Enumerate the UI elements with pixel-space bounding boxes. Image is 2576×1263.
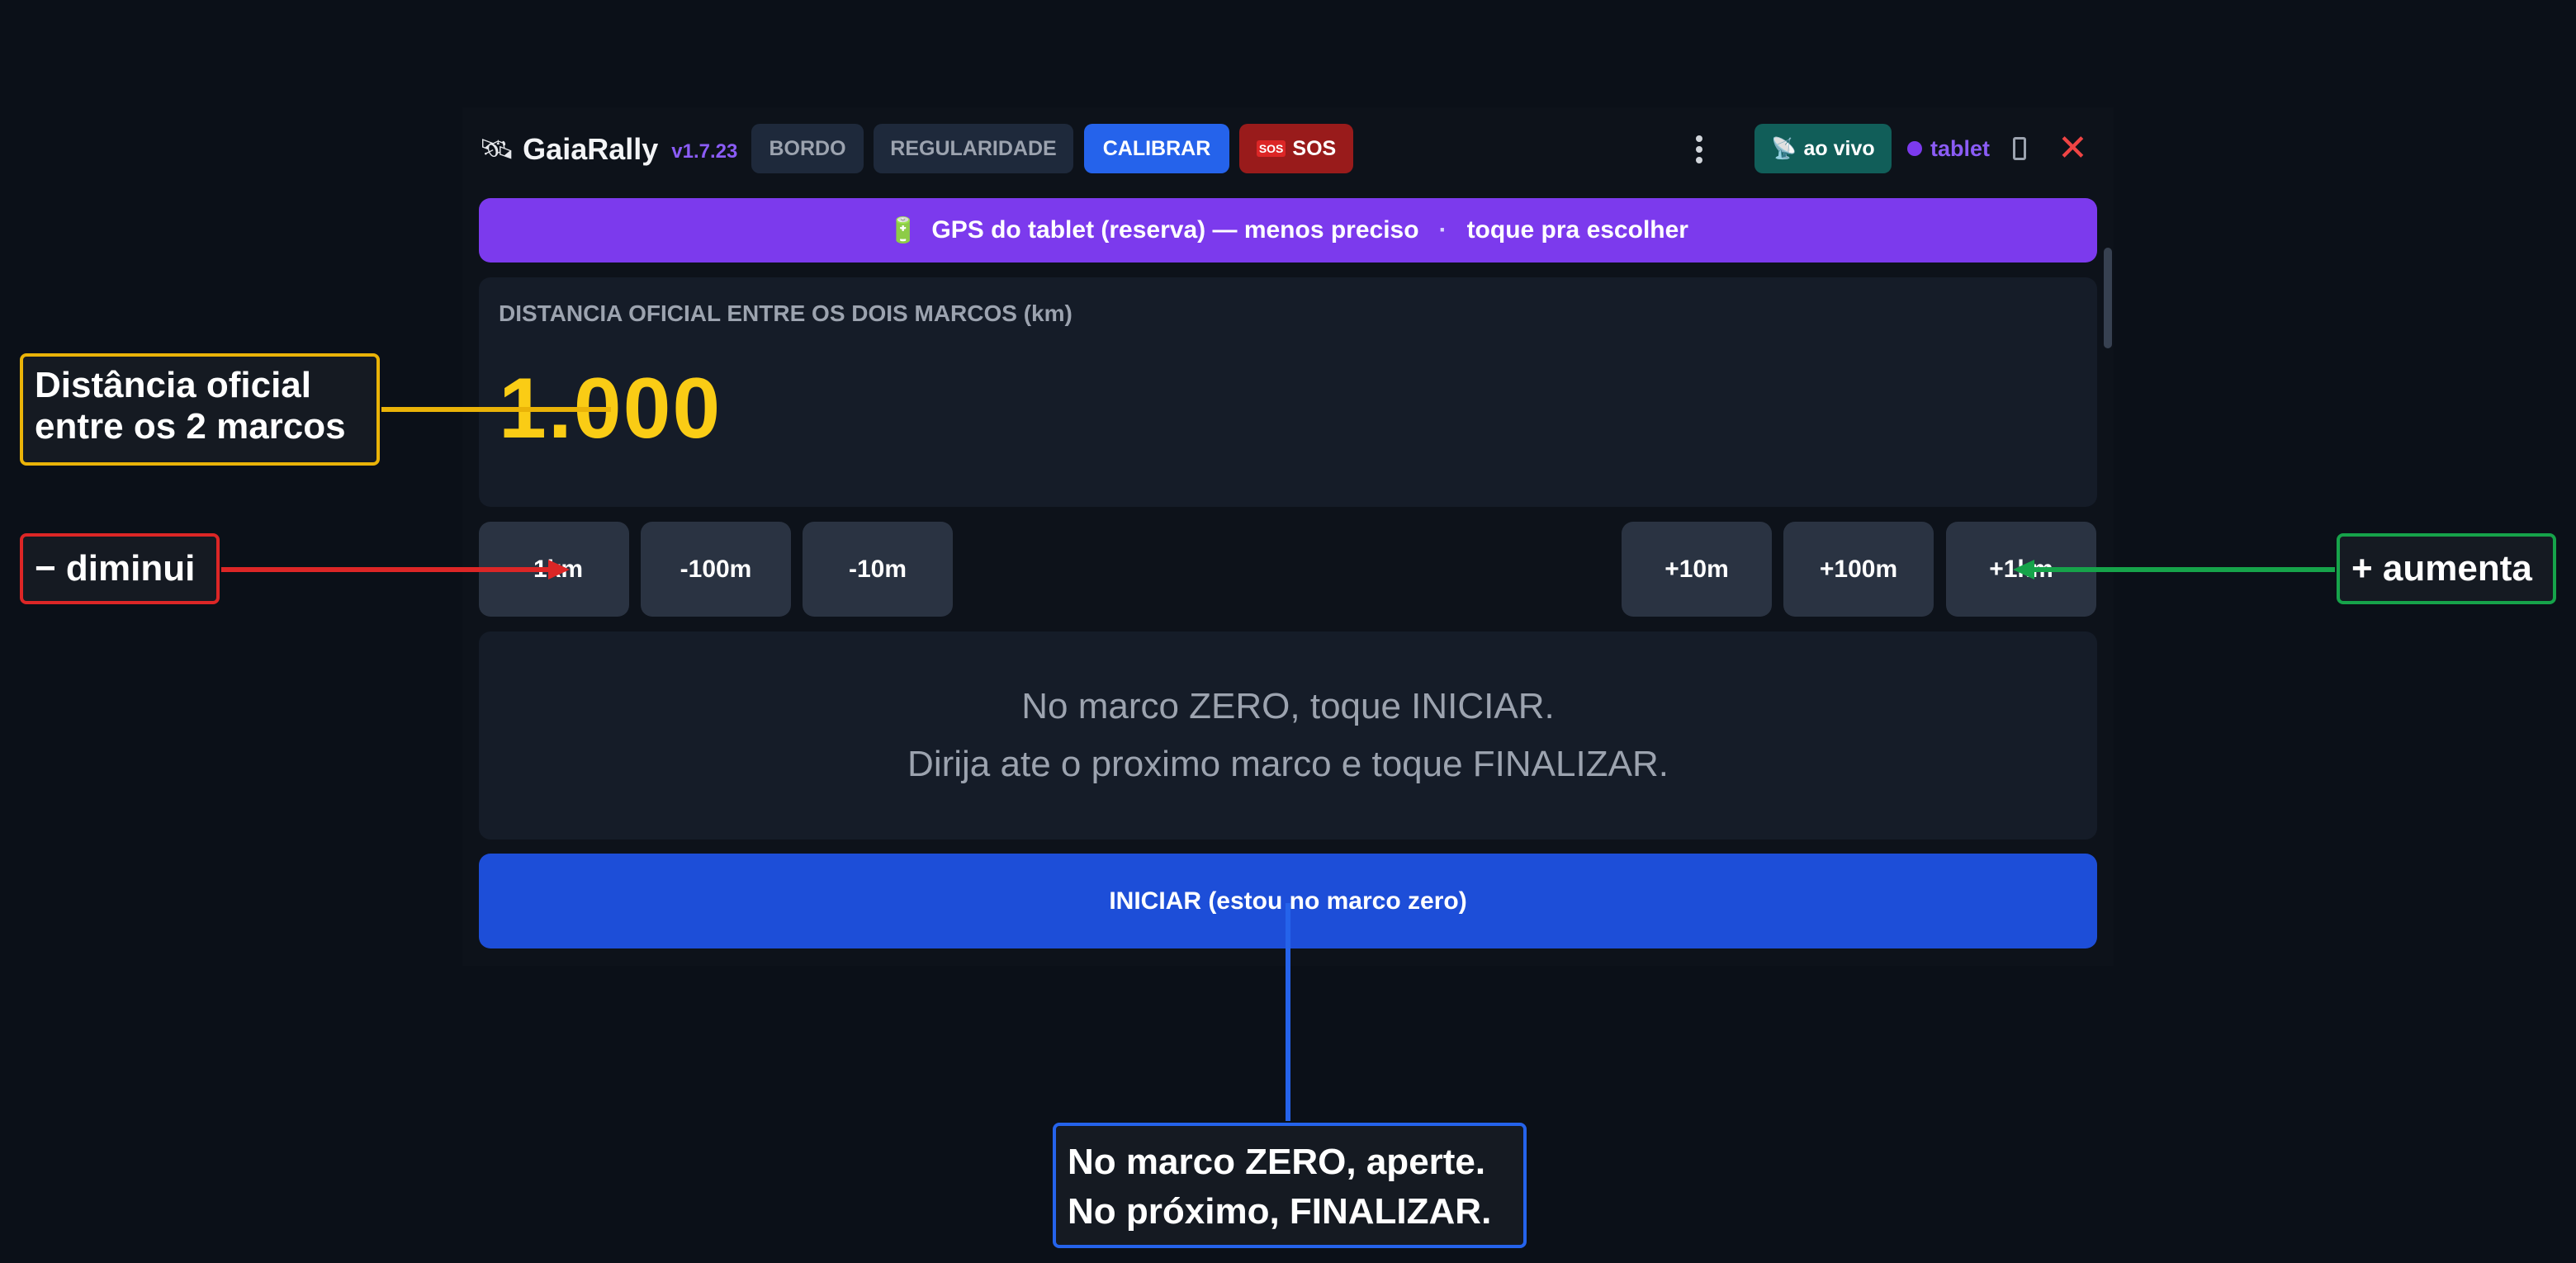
start-callout-line-2: No próximo, FINALIZAR.	[1068, 1191, 1492, 1232]
increase-callout: + aumenta	[2337, 533, 2556, 604]
increase-arrow-icon	[2013, 560, 2034, 579]
start-callout-line-1: No marco ZERO, aperte.	[1068, 1142, 1486, 1182]
decrease-callout: − diminui	[20, 533, 220, 604]
distance-callout-line-1: Distância oficial	[35, 365, 312, 405]
distance-callout: Distância oficial entre os 2 marcos	[20, 353, 380, 466]
start-callout: No marco ZERO, aperte. No próximo, FINAL…	[1053, 1123, 1527, 1248]
annotation-arrows	[221, 407, 2335, 1121]
distance-callout-line-2: entre os 2 marcos	[35, 406, 346, 447]
decrease-arrow-icon	[548, 560, 570, 579]
